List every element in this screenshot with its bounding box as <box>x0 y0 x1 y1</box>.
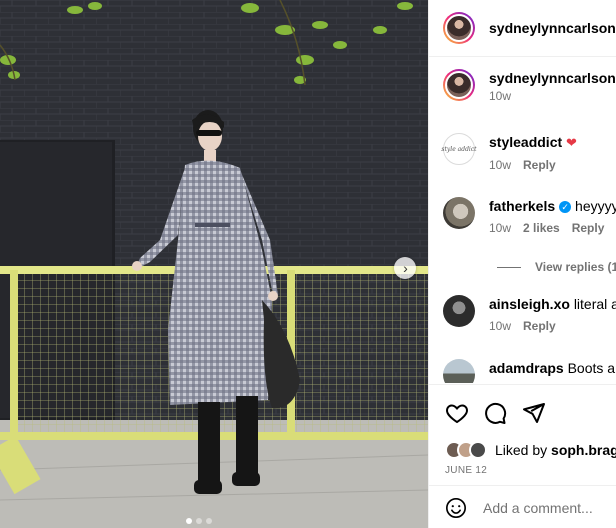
next-photo-button[interactable]: › <box>394 257 416 279</box>
reply-button[interactable]: Reply <box>523 319 556 333</box>
comment-username[interactable]: styleaddict <box>489 134 562 150</box>
outfit-photo <box>0 0 428 528</box>
heart-icon[interactable] <box>445 401 469 425</box>
carousel-dot <box>186 518 192 524</box>
comment-username[interactable]: ainsleigh.xo <box>489 296 570 312</box>
author-avatar[interactable] <box>443 12 475 44</box>
carousel-dot <box>196 518 202 524</box>
chevron-right-icon: › <box>403 260 408 276</box>
liked-by: Liked by soph.brag <box>445 441 616 459</box>
post-date[interactable]: JUNE 12 <box>445 465 487 476</box>
comment-row: style addict styleaddict ❤ 10w Reply <box>441 133 577 172</box>
comments-list[interactable]: sydneylynncarlson 10w style addict style… <box>429 57 616 383</box>
post-header: sydneylynncarlson ✓ <box>429 0 616 57</box>
add-comment-bar: Add a comment... <box>429 485 616 528</box>
comment-username[interactable]: fatherkels <box>489 198 555 214</box>
post-panel: sydneylynncarlson ✓ sydneylynncarlson 10… <box>428 0 616 528</box>
heart-emoji-icon: ❤ <box>566 135 577 150</box>
view-replies-button[interactable]: View replies (1) <box>497 260 616 274</box>
caption-username[interactable]: sydneylynncarlson <box>489 70 616 86</box>
carousel-dot <box>206 518 212 524</box>
share-icon[interactable] <box>522 401 546 425</box>
caption-time: 10w <box>489 89 512 103</box>
comment-username[interactable]: adamdraps <box>489 360 564 376</box>
liker-avatar[interactable] <box>469 441 487 459</box>
comment-row: adamdraps Boots are <box>443 359 616 383</box>
author-avatar[interactable] <box>443 69 475 101</box>
comment-icon[interactable] <box>483 401 507 425</box>
liked-by-user[interactable]: soph.brag <box>551 442 616 458</box>
comment-likes[interactable]: 2 likes <box>523 221 560 235</box>
comment-row: fatherkels ✓ heyyyy 10w 2 likes Reply <box>443 197 616 235</box>
verified-badge-icon: ✓ <box>559 201 572 213</box>
comment-time: 10w <box>489 319 512 333</box>
comment-text: literal ar <box>573 296 616 312</box>
reply-button[interactable]: Reply <box>523 158 556 172</box>
reply-button[interactable]: Reply <box>572 221 605 235</box>
author-username[interactable]: sydneylynncarlson <box>489 20 616 36</box>
comment-avatar[interactable] <box>443 359 475 383</box>
comment-avatar[interactable]: style addict <box>441 133 477 165</box>
action-bar <box>429 384 616 441</box>
carousel-dots <box>186 518 212 524</box>
comment-text: heyyyy <box>575 198 616 214</box>
comment-time: 10w <box>489 158 512 172</box>
comment-avatar[interactable] <box>443 197 475 229</box>
add-comment-input[interactable]: Add a comment... <box>483 500 593 516</box>
post-photo[interactable]: › <box>0 0 428 528</box>
comment-text: Boots are <box>567 360 616 376</box>
caption-row: sydneylynncarlson 10w <box>443 69 616 103</box>
comment-avatar[interactable] <box>443 295 475 327</box>
emoji-icon[interactable] <box>445 497 467 519</box>
comment-time: 10w <box>489 221 512 235</box>
comment-row: ainsleigh.xo literal ar 10w Reply <box>443 295 616 333</box>
liked-by-prefix: Liked by <box>495 442 552 458</box>
